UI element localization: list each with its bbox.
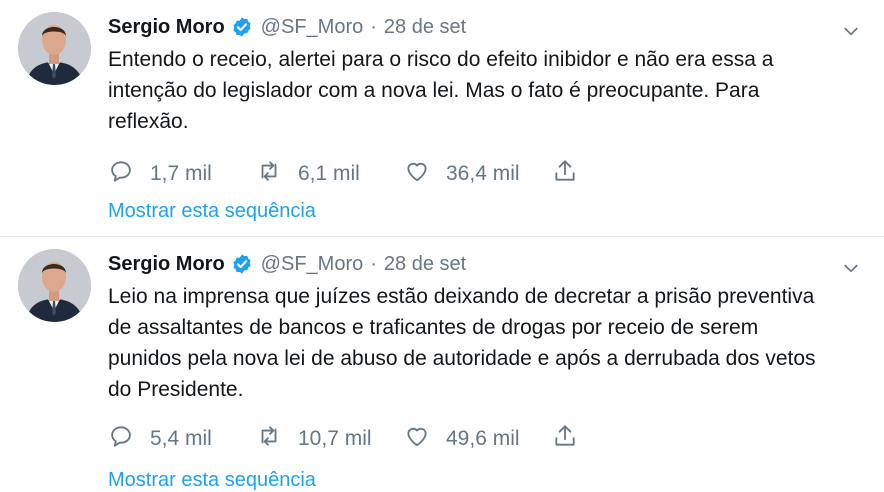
tweet-text-line: Entendo o receio, alertei para o risco d… — [108, 48, 774, 71]
tweet-date[interactable]: 28 de set — [384, 16, 466, 39]
tweet-actions: 1,7 mil 6,1 mil 36,4 mil — [108, 154, 872, 194]
tweet-text: Entendo o receio, alertei para o risco d… — [108, 44, 872, 137]
share-button[interactable] — [552, 158, 578, 190]
tweet-text-line: punidos pela nova lei de abuso de autori… — [108, 347, 816, 370]
reply-button[interactable]: 5,4 mil — [108, 423, 256, 455]
separator-dot: · — [370, 15, 377, 38]
retweet-button[interactable]: 6,1 mil — [256, 158, 404, 190]
heart-icon — [404, 158, 430, 190]
share-icon — [552, 423, 578, 455]
share-button[interactable] — [552, 423, 578, 455]
retweet-icon — [256, 423, 282, 455]
reply-count: 5,4 mil — [150, 427, 212, 450]
like-count: 49,6 mil — [446, 427, 520, 450]
tweet-text-line: do Presidente. — [108, 378, 244, 401]
avatar[interactable] — [18, 249, 91, 322]
author-name[interactable]: Sergio Moro — [108, 253, 225, 276]
author-handle[interactable]: @SF_Moro — [261, 16, 364, 39]
retweet-count: 6,1 mil — [298, 162, 360, 185]
tweet-text-line: intenção do legislador com a nova lei. M… — [108, 79, 760, 102]
share-icon — [552, 158, 578, 190]
avatar[interactable] — [18, 12, 91, 85]
verified-badge-icon — [231, 253, 253, 275]
tweet-text-line: Leio na imprensa que juízes estão deixan… — [108, 285, 815, 308]
retweet-icon — [256, 158, 282, 190]
tweet-text-line: de assaltantes de bancos e traficantes d… — [108, 316, 759, 339]
tweet-header: Sergio Moro @SF_Moro · 28 de set — [108, 10, 872, 44]
chevron-down-icon[interactable] — [838, 255, 864, 281]
verified-badge-icon — [231, 16, 253, 38]
tweet-text-line: reflexão. — [108, 110, 189, 133]
like-button[interactable]: 36,4 mil — [404, 158, 552, 190]
author-name[interactable]: Sergio Moro — [108, 16, 225, 39]
tweet[interactable]: Sergio Moro @SF_Moro · 28 de set Entendo… — [0, 0, 884, 236]
author-handle[interactable]: @SF_Moro — [261, 253, 364, 276]
chevron-down-icon[interactable] — [838, 18, 864, 44]
reply-button[interactable]: 1,7 mil — [108, 158, 256, 190]
reply-icon — [108, 423, 134, 455]
retweet-button[interactable]: 10,7 mil — [256, 423, 404, 455]
tweet-header: Sergio Moro @SF_Moro · 28 de set — [108, 247, 872, 281]
show-thread-link[interactable]: Mostrar esta sequência — [108, 200, 316, 223]
tweet-text: Leio na imprensa que juízes estão deixan… — [108, 281, 872, 405]
tweet-actions: 5,4 mil 10,7 mil 49,6 mil — [108, 419, 872, 459]
like-button[interactable]: 49,6 mil — [404, 423, 552, 455]
separator-dot: · — [370, 252, 377, 275]
show-thread-link[interactable]: Mostrar esta sequência — [108, 469, 316, 492]
reply-count: 1,7 mil — [150, 162, 212, 185]
heart-icon — [404, 423, 430, 455]
retweet-count: 10,7 mil — [298, 427, 372, 450]
reply-icon — [108, 158, 134, 190]
tweet-date[interactable]: 28 de set — [384, 253, 466, 276]
like-count: 36,4 mil — [446, 162, 520, 185]
tweet[interactable]: Sergio Moro @SF_Moro · 28 de set Leio na… — [0, 236, 884, 491]
